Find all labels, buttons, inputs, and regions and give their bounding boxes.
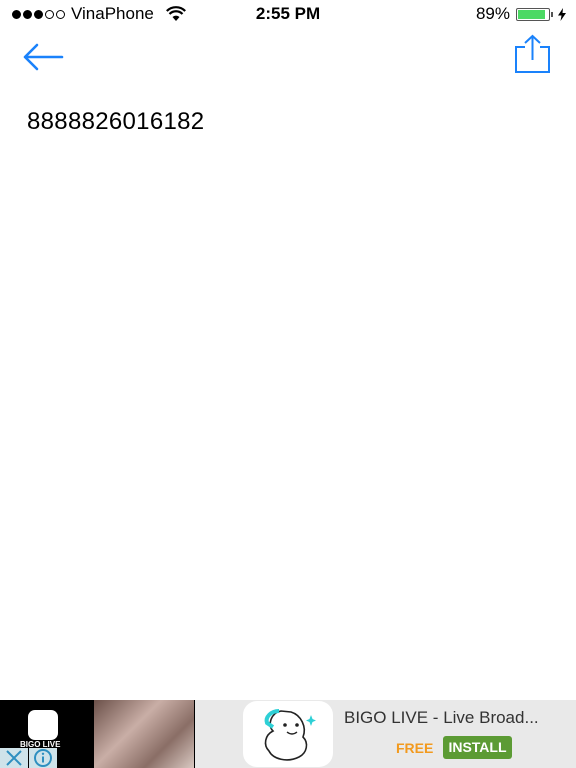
share-button[interactable] <box>510 33 554 75</box>
close-icon <box>6 750 22 766</box>
ad-title[interactable]: BIGO LIVE - Live Broad... <box>344 708 539 728</box>
battery-percent: 89% <box>475 4 510 23</box>
ad-install-button[interactable]: INSTALL <box>443 736 512 759</box>
battery-fill <box>518 9 545 19</box>
ad-banner[interactable]: BIGO LIVE BIGO LIVE - Live Broad... FREE… <box>0 700 576 768</box>
share-icon <box>515 34 550 73</box>
bigo-logo <box>28 710 58 740</box>
charging-bolt-icon <box>558 7 566 21</box>
battery-tip <box>551 11 553 17</box>
ad-app-icon[interactable] <box>243 701 333 767</box>
ad-price: FREE <box>396 740 434 756</box>
ad-info-button[interactable] <box>29 748 57 768</box>
battery-icon <box>516 7 550 21</box>
status-bar: VinaPhone 2:55 PM 89% <box>0 0 576 28</box>
back-button[interactable] <box>22 40 66 74</box>
status-right: 89% <box>476 4 566 24</box>
info-icon <box>34 749 52 767</box>
arrow-left-icon <box>23 43 64 71</box>
ad-close-button[interactable] <box>0 748 28 768</box>
ad-photo <box>94 700 194 768</box>
bigo-mascot-icon <box>264 709 316 761</box>
number-text[interactable]: 8888826016182 <box>27 108 204 136</box>
